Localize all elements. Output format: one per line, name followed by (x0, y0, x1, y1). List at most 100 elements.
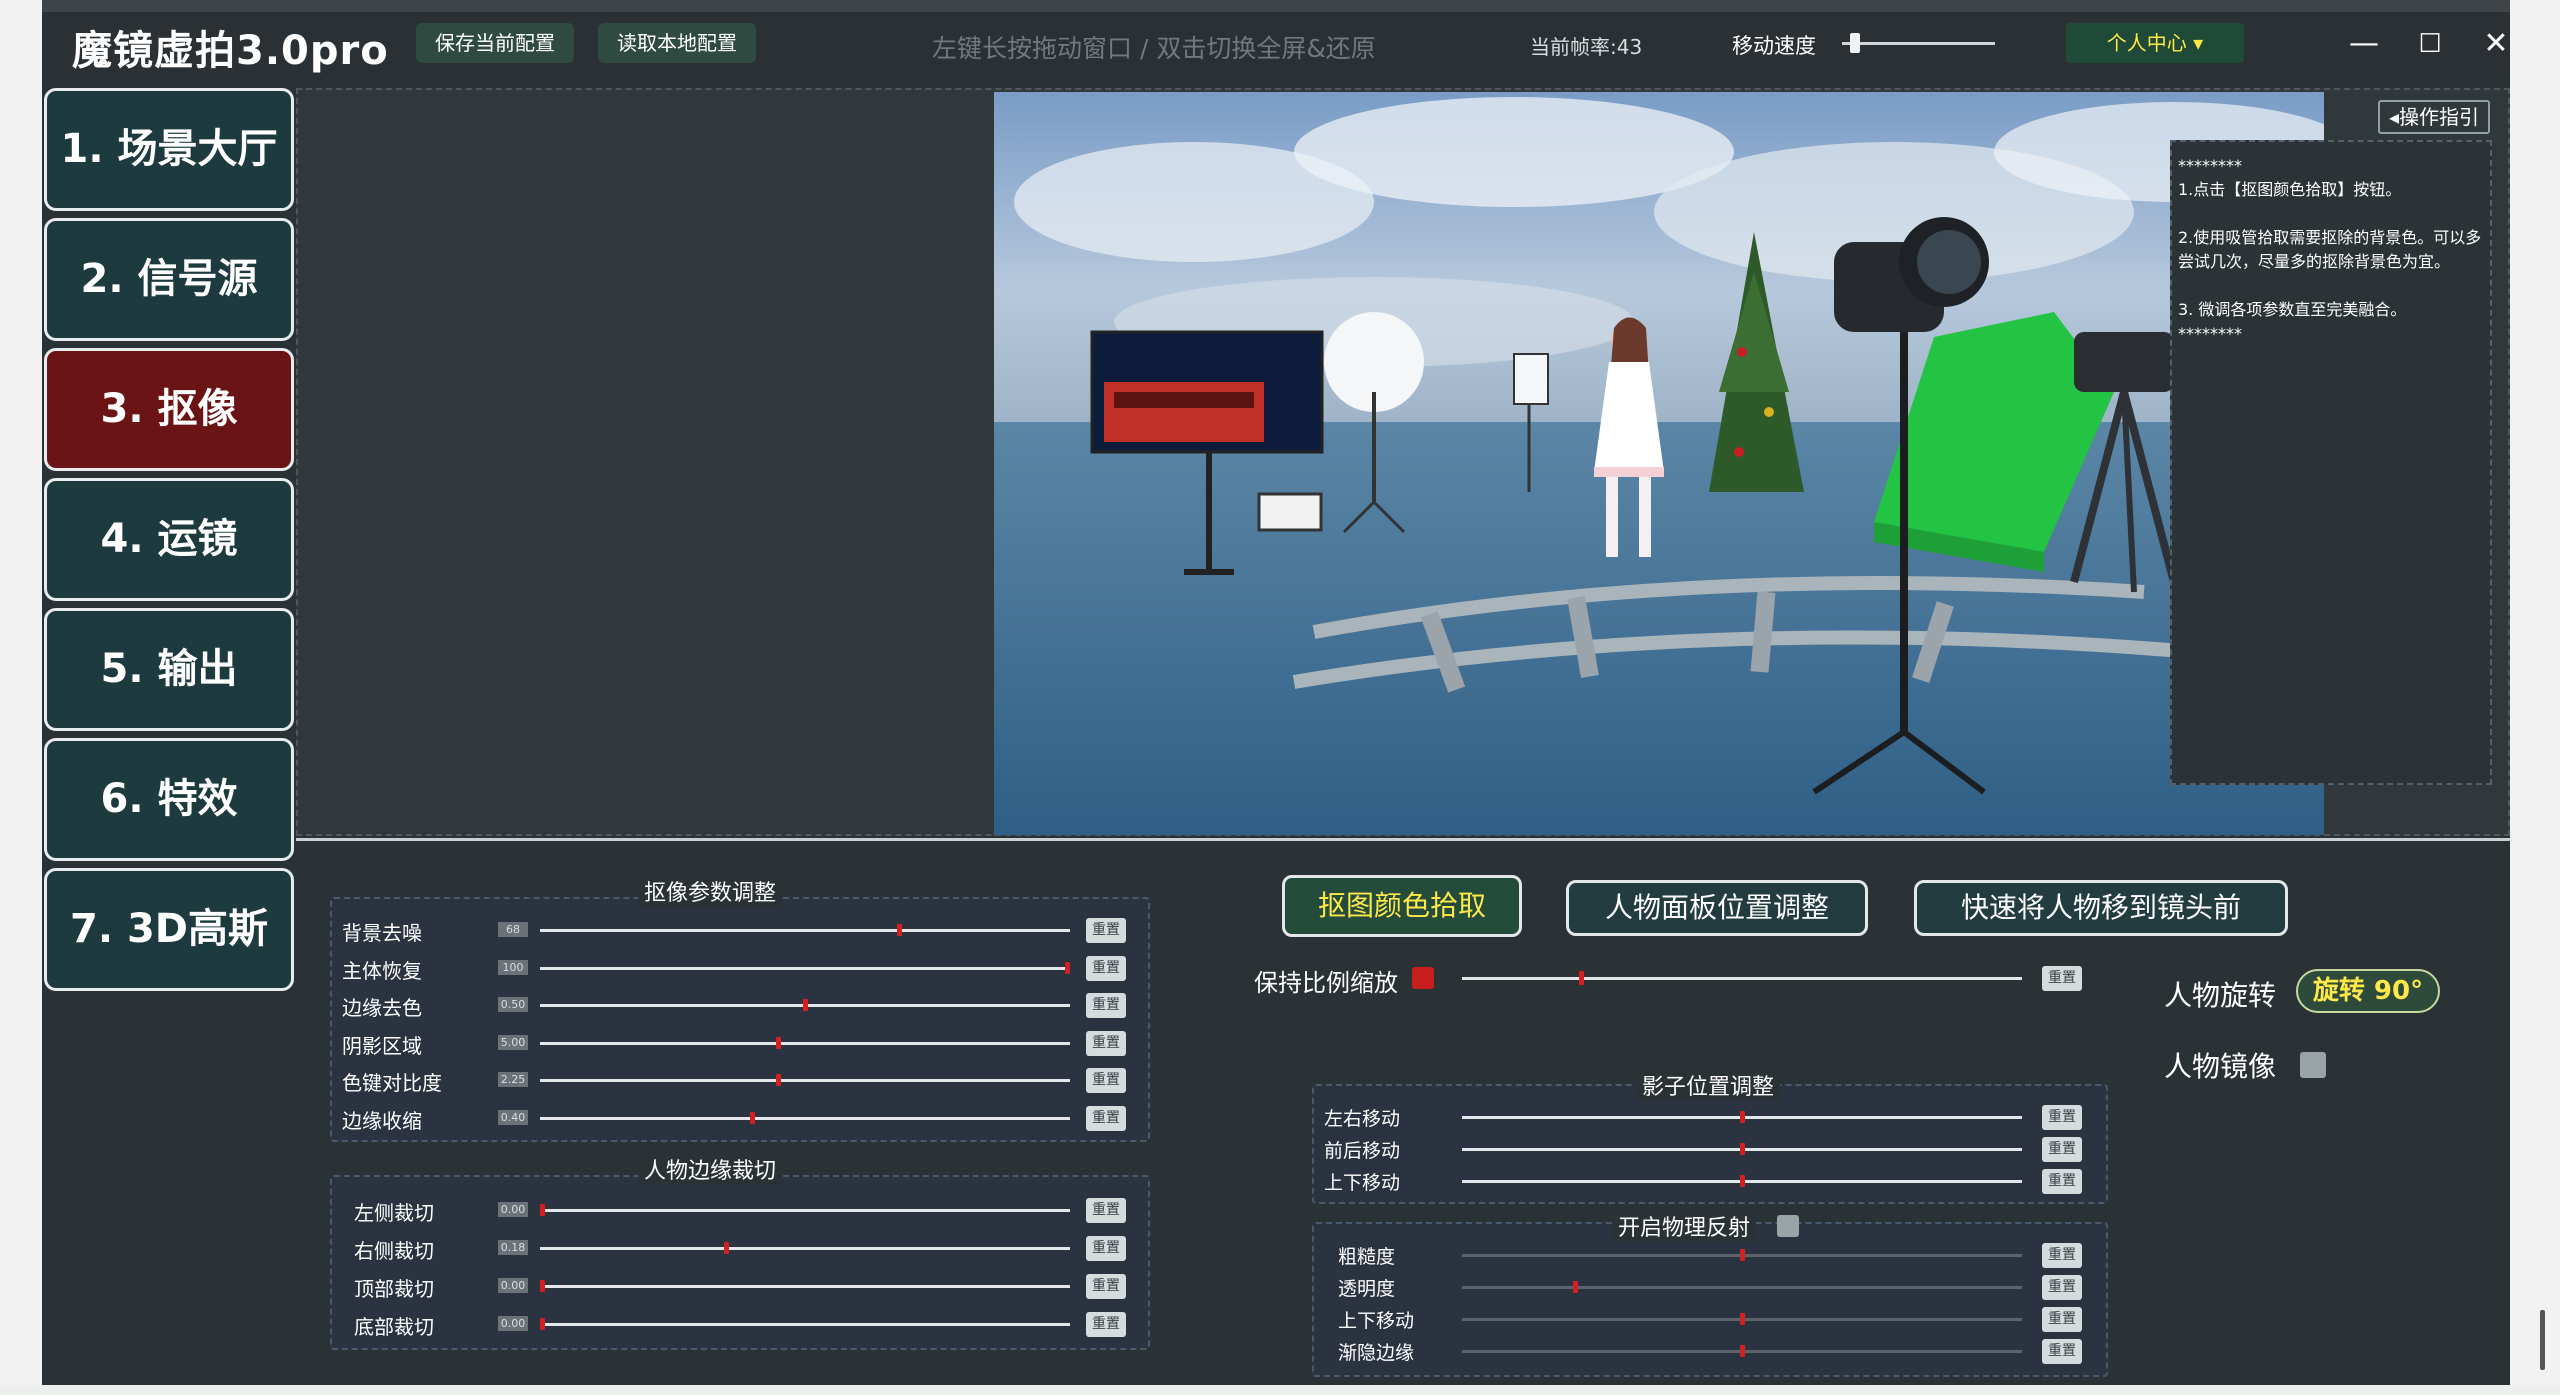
slider-knob[interactable] (540, 1280, 545, 1292)
reset-button[interactable]: 重置 (1086, 1236, 1126, 1261)
fps-readout: 当前帧率:43 (1530, 35, 1643, 59)
slider-label: 背景去噪 (342, 921, 422, 945)
slider-track[interactable] (540, 966, 1070, 970)
slider-knob[interactable] (776, 1074, 782, 1086)
slider-track[interactable] (540, 1041, 1070, 1045)
slider-row: 色键对比度 2.25 重置 (342, 1065, 1142, 1095)
operation-guide-button[interactable]: ◂操作指引 (2378, 100, 2490, 134)
user-center-dropdown[interactable]: 个人中心 ▾ (2066, 23, 2244, 63)
nav-output[interactable]: 5. 输出 (44, 608, 294, 731)
reset-button[interactable]: 重置 (2042, 1339, 2082, 1364)
slider-track[interactable] (540, 1079, 1070, 1082)
slider-track[interactable] (540, 1209, 1070, 1212)
close-icon[interactable]: ✕ (2476, 24, 2516, 64)
reset-button[interactable]: 重置 (2042, 1137, 2082, 1162)
mirror-checkbox[interactable] (2300, 1052, 2326, 1078)
slider-knob[interactable] (1065, 961, 1070, 974)
scale-slider-track[interactable] (1462, 977, 2022, 980)
mirror-label: 人物镜像 (2164, 1050, 2277, 1083)
slider-value: 0.40 (498, 1109, 528, 1125)
slider-knob[interactable] (1739, 1143, 1745, 1155)
slider-value: 0.00 (498, 1316, 528, 1331)
slider-label: 边缘收缩 (342, 1108, 422, 1133)
slider-knob[interactable] (750, 1111, 755, 1124)
reset-button[interactable]: 重置 (2042, 1105, 2082, 1130)
slider-label: 左侧裁切 (354, 1201, 434, 1225)
slider-knob[interactable] (802, 999, 808, 1011)
slider-knob[interactable] (1739, 1249, 1745, 1261)
slider-label: 右侧裁切 (354, 1239, 434, 1263)
nav-scene-hall[interactable]: 1. 场景大厅 (44, 88, 294, 211)
slider-label: 粗糙度 (1338, 1246, 1396, 1268)
nav-3d-gaussian[interactable]: 7. 3D高斯 (44, 868, 294, 991)
slider-track[interactable] (540, 1116, 1070, 1120)
reset-button[interactable]: 重置 (1086, 1312, 1126, 1337)
guide-step-3: 3. 微调各项参数直至完美融合。 (2178, 300, 2407, 319)
shadow-position-title: 影子位置调整 (1636, 1069, 1781, 1101)
slider-knob[interactable] (540, 1204, 545, 1216)
slider-track[interactable] (540, 1247, 1070, 1250)
slider-track[interactable] (1462, 1286, 2022, 1289)
reset-button[interactable]: 重置 (2042, 1169, 2082, 1194)
panel-position-button[interactable]: 人物面板位置调整 (1566, 880, 1868, 936)
reset-button[interactable]: 重置 (1086, 955, 1126, 981)
slider-knob[interactable] (897, 924, 902, 936)
scene-preview-image[interactable] (994, 92, 2324, 835)
scale-reset-button[interactable]: 重置 (2042, 966, 2082, 991)
rotate-button[interactable]: 旋转 90° (2296, 969, 2440, 1013)
slider-label: 顶部裁切 (354, 1277, 434, 1301)
slider-track[interactable] (540, 929, 1070, 932)
reset-button[interactable]: 重置 (1086, 1068, 1126, 1093)
keep-ratio-checkbox[interactable] (1412, 967, 1434, 989)
scrollbar-thumb[interactable] (2540, 1310, 2545, 1370)
slider-track[interactable] (540, 1285, 1070, 1288)
slider-value: 0.00 (498, 1202, 528, 1217)
slider-row: 粗糙度 重置 (1324, 1240, 2104, 1270)
slider-knob[interactable] (1739, 1175, 1745, 1187)
nav-keying[interactable]: 3. 抠像 (44, 348, 294, 471)
slider-knob[interactable] (776, 1036, 782, 1049)
slider-value: 0.00 (498, 1278, 528, 1293)
minimize-icon[interactable]: — (2344, 24, 2384, 64)
slider-row: 上下移动 重置 (1324, 1166, 2104, 1196)
reset-button[interactable]: 重置 (1086, 1274, 1126, 1299)
slider-track[interactable] (540, 1323, 1070, 1326)
reset-button[interactable]: 重置 (1086, 1198, 1126, 1223)
reset-button[interactable]: 重置 (1086, 918, 1126, 943)
reset-button[interactable]: 重置 (1086, 993, 1126, 1018)
edge-crop-title: 人物边缘裁切 (638, 1153, 783, 1185)
load-config-button[interactable]: 读取本地配置 (598, 23, 756, 63)
slider-value: 2.25 (498, 1072, 528, 1087)
pick-key-color-button[interactable]: 抠图颜色拾取 (1282, 875, 1522, 937)
speed-slider-knob[interactable] (1849, 33, 1860, 53)
save-config-button[interactable]: 保存当前配置 (416, 23, 574, 63)
nav-camera-motion[interactable]: 4. 运镜 (44, 478, 294, 601)
guide-stars-bottom: ******** (2178, 324, 2242, 343)
speed-label: 移动速度 (1732, 34, 1816, 58)
reset-button[interactable]: 重置 (2042, 1275, 2082, 1300)
slider-knob[interactable] (1739, 1111, 1745, 1123)
slider-knob[interactable] (1573, 1281, 1578, 1293)
slider-knob[interactable] (723, 1242, 729, 1254)
nav-signal-source[interactable]: 2. 信号源 (44, 218, 294, 341)
keep-ratio-label: 保持比例缩放 (1254, 969, 1398, 997)
reset-button[interactable]: 重置 (2042, 1243, 2082, 1268)
reset-button[interactable]: 重置 (2042, 1307, 2082, 1332)
physical-reflection-checkbox[interactable] (1777, 1215, 1799, 1237)
slider-knob[interactable] (540, 1318, 545, 1330)
drag-hint: 左键长按拖动窗口 / 双击切换全屏&还原 (932, 34, 1376, 63)
guide-stars-top: ******** (2178, 156, 2242, 175)
slider-label: 主体恢复 (342, 958, 422, 983)
slider-knob[interactable] (1739, 1345, 1745, 1357)
nav-effects[interactable]: 6. 特效 (44, 738, 294, 861)
move-to-front-button[interactable]: 快速将人物移到镜头前 (1914, 880, 2288, 936)
reset-button[interactable]: 重置 (1086, 1105, 1126, 1131)
slider-label: 上下移动 (1338, 1310, 1415, 1332)
speed-slider-track[interactable] (1842, 42, 1995, 45)
reset-button[interactable]: 重置 (1086, 1030, 1126, 1056)
title-bar[interactable]: 魔镜虚拍3.0pro 保存当前配置 读取本地配置 左键长按拖动窗口 / 双击切换… (42, 12, 2510, 75)
slider-knob[interactable] (1739, 1313, 1745, 1325)
scale-slider-knob[interactable] (1578, 971, 1584, 985)
app-title: 魔镜虚拍3.0pro (72, 28, 389, 74)
maximize-icon[interactable]: ☐ (2410, 24, 2450, 64)
